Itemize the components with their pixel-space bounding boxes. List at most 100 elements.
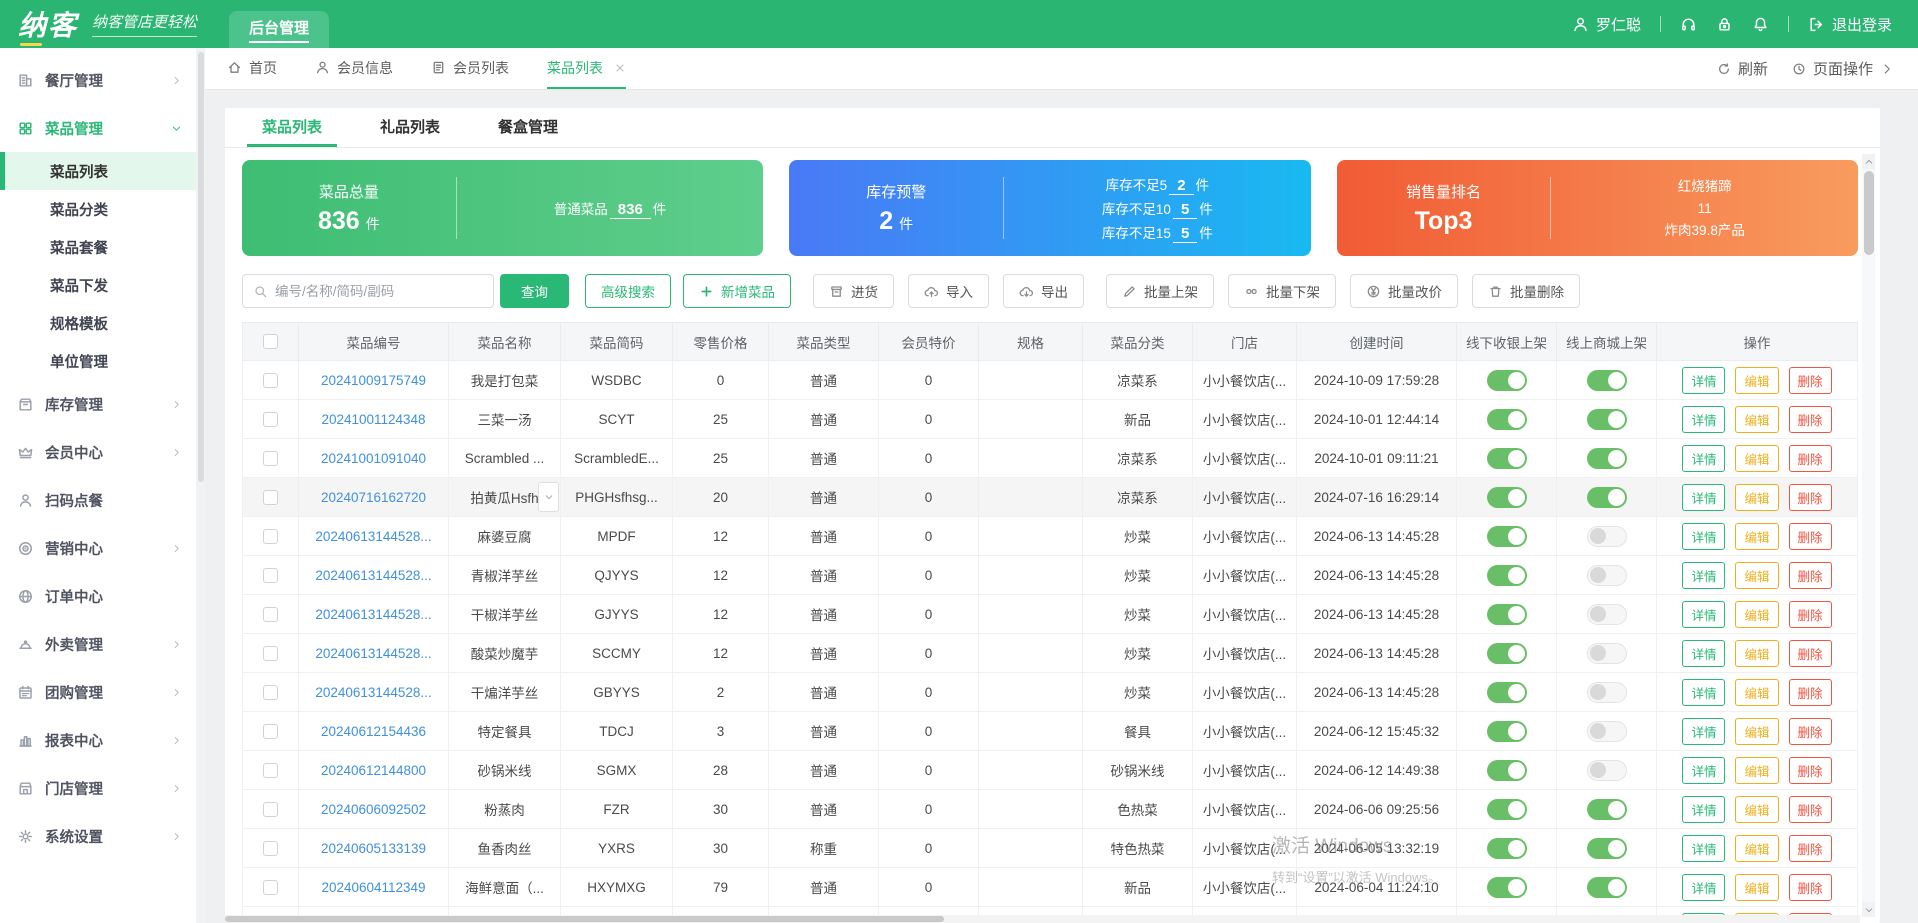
- detail-button[interactable]: 详情: [1682, 561, 1726, 589]
- online-shelf-toggle[interactable]: [1586, 603, 1627, 625]
- add-dish-button[interactable]: 新增菜品: [683, 274, 791, 308]
- edit-button[interactable]: 编辑: [1735, 639, 1779, 667]
- sidebar-subitem[interactable]: 规格模板: [0, 304, 196, 342]
- online-shelf-toggle[interactable]: [1586, 564, 1627, 586]
- offline-shelf-toggle[interactable]: [1486, 798, 1527, 820]
- batch-delete-button[interactable]: 批量删除: [1472, 274, 1580, 308]
- offline-shelf-toggle[interactable]: [1486, 759, 1527, 781]
- row-checkbox[interactable]: [263, 450, 278, 466]
- sidebar-subitem[interactable]: 单位管理: [0, 342, 196, 380]
- offline-shelf-toggle[interactable]: [1486, 837, 1527, 859]
- sidebar-item-restaurant[interactable]: 餐厅管理: [0, 56, 196, 104]
- horizontal-scrollbar[interactable]: [225, 915, 1860, 923]
- dish-id-link[interactable]: 20240612144800: [321, 763, 426, 778]
- edit-button[interactable]: 编辑: [1735, 561, 1779, 589]
- online-shelf-toggle[interactable]: [1586, 759, 1627, 781]
- scroll-up-arrow[interactable]: [1862, 154, 1875, 169]
- page-operations-button[interactable]: 页面操作: [1792, 58, 1894, 79]
- online-shelf-toggle[interactable]: [1586, 876, 1627, 898]
- delete-button[interactable]: 删除: [1788, 600, 1832, 628]
- offline-shelf-toggle[interactable]: [1486, 486, 1527, 508]
- sidebar-subitem[interactable]: 菜品下发: [0, 266, 196, 304]
- refresh-button[interactable]: 刷新: [1717, 58, 1768, 79]
- tab-member-info[interactable]: 会员信息: [315, 48, 393, 89]
- delete-button[interactable]: 删除: [1788, 639, 1832, 667]
- edit-button[interactable]: 编辑: [1735, 444, 1779, 472]
- subtab-dish-list[interactable]: 菜品列表: [247, 108, 338, 147]
- offline-shelf-toggle[interactable]: [1486, 369, 1527, 391]
- sidebar-item-order-center[interactable]: 订单中心: [0, 572, 196, 620]
- detail-button[interactable]: 详情: [1682, 483, 1726, 511]
- dish-id-link[interactable]: 20240606092502: [321, 802, 426, 817]
- dish-id-link[interactable]: 20240716162720: [321, 490, 426, 505]
- advanced-search-button[interactable]: 高级搜索: [585, 274, 671, 308]
- online-shelf-toggle[interactable]: [1586, 642, 1627, 664]
- offline-shelf-toggle[interactable]: [1486, 681, 1527, 703]
- online-shelf-toggle[interactable]: [1586, 837, 1627, 859]
- sidebar-item-groupbuy[interactable]: 团购管理: [0, 668, 196, 716]
- detail-button[interactable]: 详情: [1682, 366, 1726, 394]
- row-checkbox[interactable]: [263, 528, 278, 544]
- edit-button[interactable]: 编辑: [1735, 483, 1779, 511]
- sidebar-item-system[interactable]: 系统设置: [0, 812, 196, 860]
- tab-member-list[interactable]: 会员列表: [431, 48, 509, 89]
- sidebar-subitem[interactable]: 菜品列表: [0, 152, 196, 190]
- edit-button[interactable]: 编辑: [1735, 756, 1779, 784]
- user-menu[interactable]: 罗仁聪: [1572, 14, 1641, 35]
- online-shelf-toggle[interactable]: [1586, 525, 1627, 547]
- delete-button[interactable]: 删除: [1788, 444, 1832, 472]
- row-checkbox[interactable]: [263, 489, 278, 505]
- detail-button[interactable]: 详情: [1682, 522, 1726, 550]
- row-checkbox[interactable]: [263, 372, 278, 388]
- detail-button[interactable]: 详情: [1682, 834, 1726, 862]
- expand-row-button[interactable]: [538, 482, 559, 512]
- admin-nav-tab[interactable]: 后台管理: [229, 11, 330, 48]
- stock-in-button[interactable]: 进货: [813, 274, 894, 308]
- row-checkbox[interactable]: [263, 567, 278, 583]
- detail-button[interactable]: 详情: [1682, 756, 1726, 784]
- row-checkbox[interactable]: [263, 879, 278, 895]
- edit-button[interactable]: 编辑: [1735, 366, 1779, 394]
- dish-id-link[interactable]: 20240613144528...: [315, 529, 431, 544]
- detail-button[interactable]: 详情: [1682, 873, 1726, 901]
- delete-button[interactable]: 删除: [1788, 873, 1832, 901]
- row-checkbox[interactable]: [263, 801, 278, 817]
- offline-shelf-toggle[interactable]: [1486, 525, 1527, 547]
- vertical-scrollbar-thumb[interactable]: [1863, 171, 1874, 255]
- online-shelf-toggle[interactable]: [1586, 447, 1627, 469]
- delete-button[interactable]: 删除: [1788, 678, 1832, 706]
- online-shelf-toggle[interactable]: [1586, 408, 1627, 430]
- delete-button[interactable]: 删除: [1788, 834, 1832, 862]
- delete-button[interactable]: 删除: [1788, 561, 1832, 589]
- offline-shelf-toggle[interactable]: [1486, 408, 1527, 430]
- row-checkbox[interactable]: [263, 606, 278, 622]
- row-checkbox[interactable]: [263, 840, 278, 856]
- close-icon[interactable]: [614, 62, 626, 74]
- online-shelf-toggle[interactable]: [1586, 681, 1627, 703]
- offline-shelf-toggle[interactable]: [1486, 447, 1527, 469]
- tab-home[interactable]: 首页: [227, 48, 277, 89]
- detail-button[interactable]: 详情: [1682, 639, 1726, 667]
- delete-button[interactable]: 删除: [1788, 756, 1832, 784]
- dish-id-link[interactable]: 20240604112349: [321, 880, 425, 895]
- delete-button[interactable]: 删除: [1788, 405, 1832, 433]
- delete-button[interactable]: 删除: [1788, 366, 1832, 394]
- detail-button[interactable]: 详情: [1682, 717, 1726, 745]
- horizontal-scrollbar-thumb[interactable]: [225, 916, 945, 922]
- sidebar-item-store-mgmt[interactable]: 门店管理: [0, 764, 196, 812]
- offline-shelf-toggle[interactable]: [1486, 720, 1527, 742]
- edit-button[interactable]: 编辑: [1735, 717, 1779, 745]
- dish-id-link[interactable]: 20241009175749: [321, 373, 426, 388]
- sidebar-item-marketing[interactable]: 营销中心: [0, 524, 196, 572]
- row-checkbox[interactable]: [263, 411, 278, 427]
- logout-button[interactable]: 退出登录: [1808, 14, 1892, 35]
- dish-id-link[interactable]: 20241001124348: [321, 412, 425, 427]
- offline-shelf-toggle[interactable]: [1486, 603, 1527, 625]
- sidebar-item-report[interactable]: 报表中心: [0, 716, 196, 764]
- support-button[interactable]: [1680, 16, 1697, 33]
- dish-id-link[interactable]: 20240613144528...: [315, 607, 431, 622]
- edit-button[interactable]: 编辑: [1735, 600, 1779, 628]
- dish-id-link[interactable]: 20240605133139: [321, 841, 426, 856]
- dish-id-link[interactable]: 20240613144528...: [315, 646, 431, 661]
- sidebar-item-member-center[interactable]: 会员中心: [0, 428, 196, 476]
